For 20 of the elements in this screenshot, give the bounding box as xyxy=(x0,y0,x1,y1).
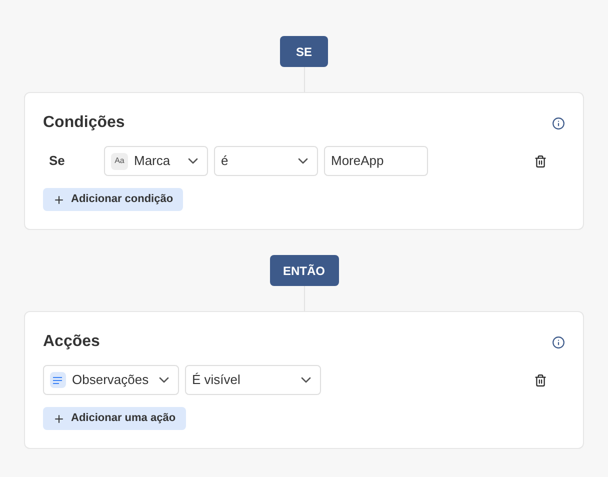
card-title: Condições xyxy=(43,113,125,133)
step-button[interactable]: SE xyxy=(280,36,328,67)
info-icon[interactable] xyxy=(552,116,565,130)
info-icon[interactable] xyxy=(552,336,565,348)
select-field[interactable]: Observações xyxy=(43,365,179,395)
select-field[interactable]: Aa Marca xyxy=(104,146,208,176)
plus-icon xyxy=(53,412,65,424)
trash-icon[interactable] xyxy=(534,154,547,168)
select-field[interactable]: é xyxy=(214,146,318,176)
trash-icon[interactable] xyxy=(534,374,547,386)
step-button[interactable]: ENTÃO xyxy=(270,255,338,286)
add-button[interactable]: Adicionar uma ação xyxy=(43,407,186,430)
text-type-badge: Aa xyxy=(111,152,128,170)
add-button[interactable]: Adicionar condição xyxy=(43,188,184,211)
select-field[interactable]: É visível xyxy=(185,365,321,395)
plus-icon xyxy=(53,194,65,206)
text-lines-icon xyxy=(50,372,66,388)
card-title: Acções xyxy=(43,332,100,352)
condition-label: Se xyxy=(48,152,66,170)
input-field[interactable]: MoreApp xyxy=(324,146,428,176)
